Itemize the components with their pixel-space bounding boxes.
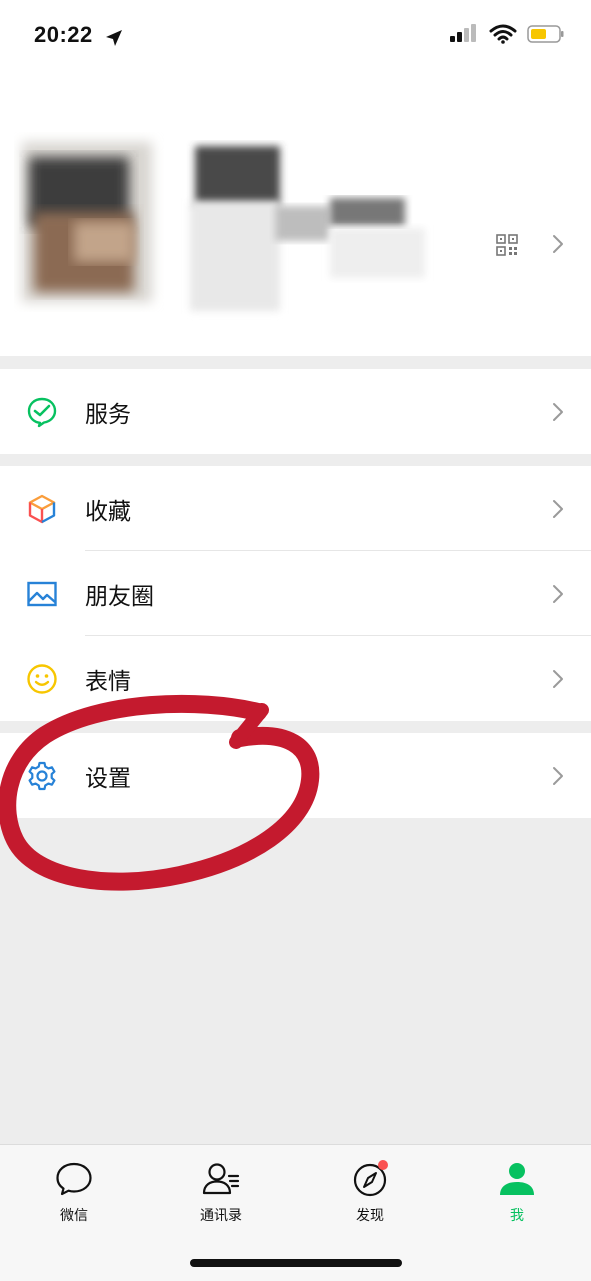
compass-icon <box>353 1160 388 1197</box>
chevron-right-icon <box>553 402 563 421</box>
profile-header[interactable] <box>0 76 591 356</box>
settings-gear-icon <box>28 761 56 790</box>
menu-item-favorites[interactable]: 收藏 <box>0 466 591 551</box>
tab-discover[interactable]: 发现 <box>310 1159 430 1225</box>
chevron-right-icon <box>553 669 563 688</box>
chat-bubble-icon <box>56 1162 92 1196</box>
services-card: 服务 <box>0 369 591 454</box>
menu-item-settings[interactable]: 设置 <box>0 733 591 818</box>
status-icons <box>449 24 565 44</box>
menu-label-favorites: 收藏 <box>85 498 131 525</box>
tab-label-chats: 微信 <box>60 1208 88 1224</box>
person-icon <box>500 1163 534 1195</box>
menu-label-settings: 设置 <box>85 765 131 792</box>
location-arrow-icon <box>106 30 122 46</box>
menu-label-stickers: 表情 <box>85 668 131 695</box>
menu-item-moments[interactable]: 朋友圈 <box>0 551 591 636</box>
chevron-right-icon <box>553 584 563 603</box>
menu-label-moments: 朋友圈 <box>85 583 154 610</box>
contacts-icon <box>202 1163 240 1195</box>
cellular-signal-icon <box>450 24 476 42</box>
home-indicator <box>190 1259 402 1267</box>
tab-label-discover: 发现 <box>356 1208 384 1224</box>
tab-chats[interactable]: 微信 <box>14 1159 134 1225</box>
stickers-smiley-icon <box>27 663 57 694</box>
tab-contacts[interactable]: 通讯录 <box>161 1159 281 1225</box>
status-time: 20:22 <box>34 22 93 47</box>
features-card: 收藏 朋友圈 表情 <box>0 466 591 721</box>
menu-item-services[interactable]: 服务 <box>0 369 591 454</box>
tab-label-me: 我 <box>510 1208 524 1224</box>
chevron-right-icon <box>553 499 563 518</box>
menu-label-services: 服务 <box>85 401 131 428</box>
favorites-cube-icon <box>28 494 56 523</box>
wifi-icon <box>489 24 517 44</box>
redacted-name <box>190 146 425 311</box>
qr-code-icon[interactable] <box>496 234 518 256</box>
battery-icon <box>527 25 564 43</box>
chevron-right-icon <box>553 235 563 253</box>
menu-item-stickers[interactable]: 表情 <box>0 636 591 721</box>
settings-card: 设置 <box>0 733 591 818</box>
tab-me[interactable]: 我 <box>457 1159 577 1225</box>
chevron-right-icon <box>553 766 563 785</box>
moments-photo-icon <box>27 581 57 606</box>
tab-label-contacts: 通讯录 <box>200 1208 242 1224</box>
services-icon <box>27 397 57 427</box>
status-bar: 20:22 <box>0 0 591 76</box>
avatar <box>22 142 152 302</box>
